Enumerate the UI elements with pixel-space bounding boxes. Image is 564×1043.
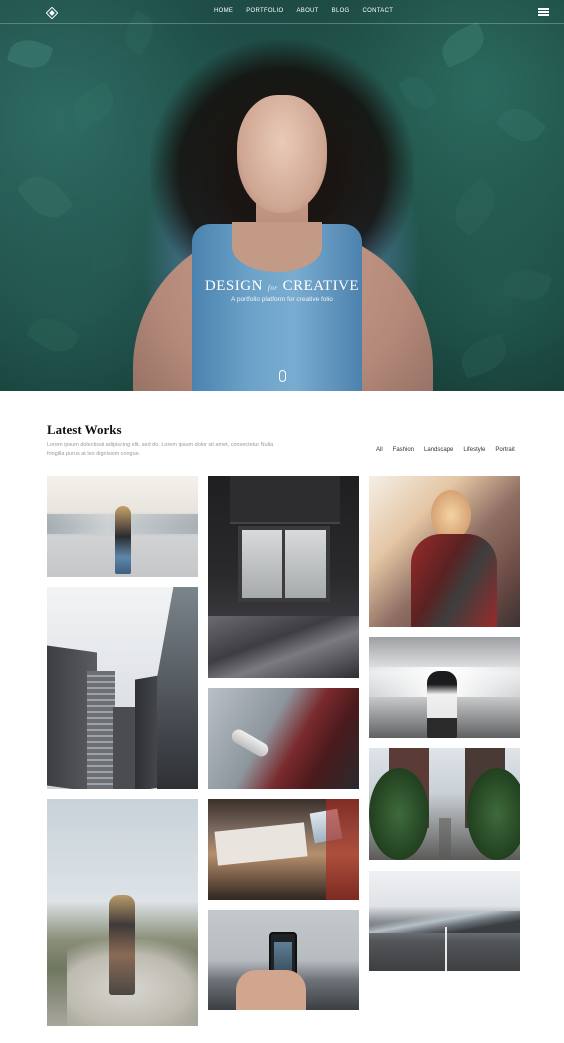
leaf-shape (435, 21, 491, 69)
leaf-shape (445, 177, 505, 237)
portfolio-item-parking-lot[interactable] (47, 476, 198, 577)
leaf-shape (495, 100, 547, 150)
hero-subtitle: A portfolio platform for creative folio (231, 296, 333, 303)
filter-portrait[interactable]: Portrait (495, 447, 514, 453)
leaf-shape (15, 166, 75, 228)
hero-section: HOME PORTFOLIO ABOUT BLOG CONTACT DESIGN… (0, 0, 564, 391)
section-title: Latest Works (47, 422, 122, 437)
portfolio-item-car-door[interactable] (208, 688, 359, 789)
portfolio-item-bedroom-window[interactable] (208, 476, 359, 678)
portfolio-item-phone-hand[interactable] (208, 910, 359, 1010)
portfolio-item-workspace-table[interactable] (208, 799, 359, 900)
leaf-shape (25, 309, 81, 361)
scroll-mouse-icon[interactable] (279, 370, 286, 382)
filter-fashion[interactable]: Fashion (393, 447, 414, 453)
nav-item-home[interactable]: HOME (214, 8, 233, 14)
leaf-shape (6, 34, 54, 74)
portfolio-item-road-walker[interactable] (47, 799, 198, 1026)
hero-title-left: DESIGN (204, 278, 263, 294)
menu-hamburger-icon[interactable] (538, 8, 549, 16)
hero-dress-shape (192, 222, 362, 391)
hero-title-right: CREATIVE (282, 278, 360, 294)
hero-title: DESIGN for CREATIVE (0, 278, 564, 295)
nav-item-blog[interactable]: BLOG (332, 8, 350, 14)
leaf-shape (65, 80, 121, 132)
portfolio-filter-bar: All Fashion Landscape Lifestyle Portrait (376, 447, 515, 453)
portfolio-item-subway-woman[interactable] (369, 637, 520, 738)
section-description: Lorem ipsum dolectissii adipiscing elit,… (47, 442, 274, 457)
portfolio-item-mountain-road[interactable] (369, 871, 520, 971)
nav-item-portfolio[interactable]: PORTFOLIO (246, 8, 283, 14)
leaf-shape (87, 236, 133, 274)
portfolio-item-woman-blanket[interactable] (369, 476, 520, 627)
top-navigation-bar: HOME PORTFOLIO ABOUT BLOG CONTACT (0, 0, 564, 24)
nav-item-contact[interactable]: CONTACT (363, 8, 394, 14)
filter-lifestyle[interactable]: Lifestyle (463, 447, 485, 453)
logo-diamond-icon[interactable] (45, 6, 59, 20)
filter-all[interactable]: All (376, 447, 383, 453)
main-nav: HOME PORTFOLIO ABOUT BLOG CONTACT (214, 8, 393, 14)
leaf-shape (455, 332, 513, 380)
portfolio-item-skyscrapers[interactable] (47, 587, 198, 789)
hero-face-shape (237, 95, 327, 213)
filter-landscape[interactable]: Landscape (424, 447, 453, 453)
hero-title-for: for (267, 284, 278, 292)
nav-item-about[interactable]: ABOUT (296, 8, 318, 14)
portfolio-item-city-street[interactable] (369, 748, 520, 860)
